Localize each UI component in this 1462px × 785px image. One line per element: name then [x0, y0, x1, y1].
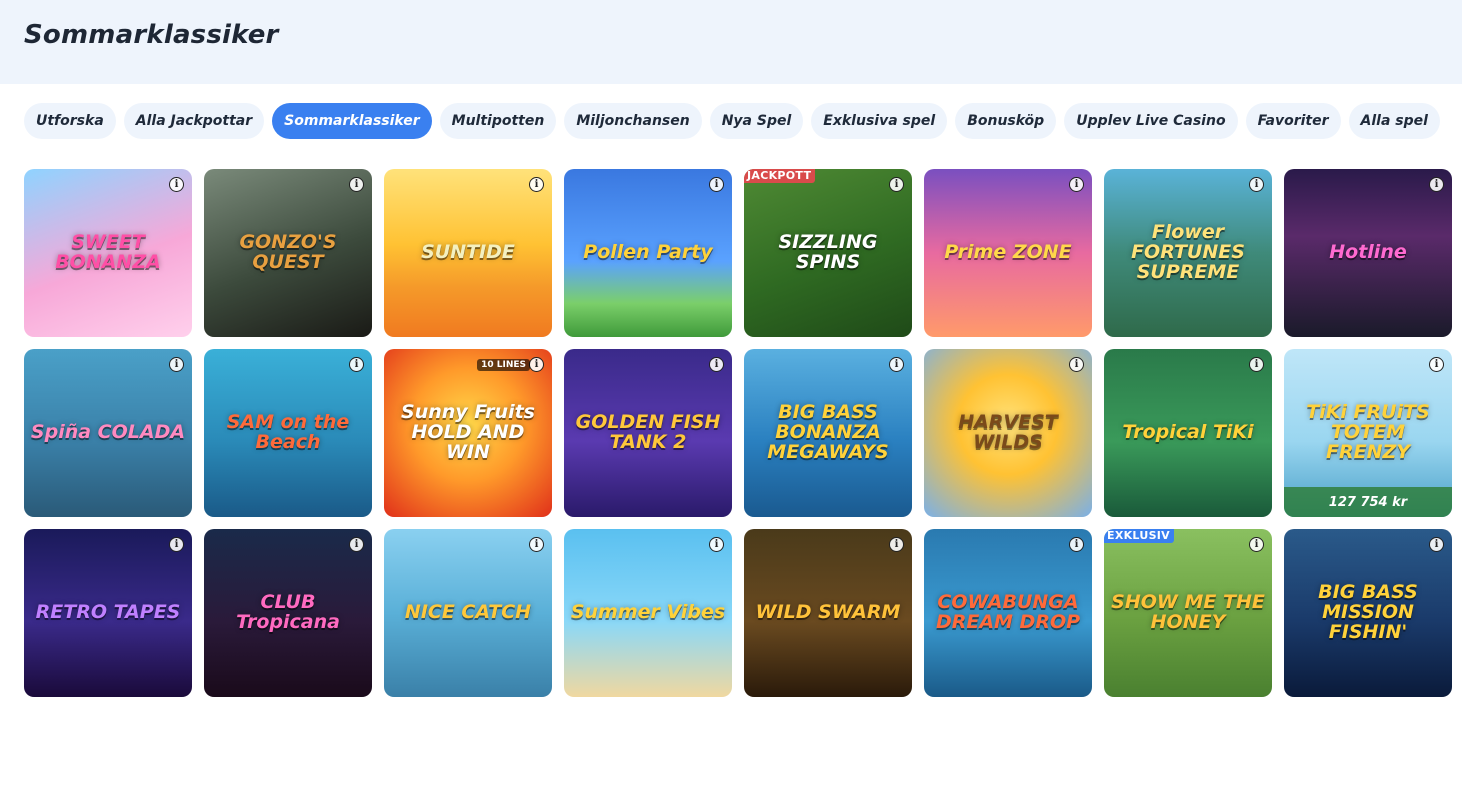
- tab-alla-spel[interactable]: Alla spel: [1348, 103, 1440, 139]
- game-logo-title: HARVEST WILDS: [958, 411, 1058, 453]
- info-icon[interactable]: i: [709, 537, 724, 552]
- game-logo-title: SAM on the Beach: [226, 411, 350, 453]
- exclusive-badge: EXKLUSIV: [1104, 529, 1174, 543]
- jackpot-badge: JACKPOTT: [744, 169, 816, 183]
- tab-favoriter[interactable]: Favoriter: [1245, 103, 1341, 139]
- game-tile[interactable]: BIG BASS BONANZA MEGAWAYS i: [744, 349, 912, 517]
- category-tabs: Utforska Alla Jackpottar Sommarklassiker Mu…: [0, 84, 1462, 139]
- info-icon[interactable]: i: [709, 357, 724, 372]
- tab-exklusiva-spel[interactable]: Exklusiva spel: [811, 103, 948, 139]
- game-tile[interactable]: WILD SWARM i: [744, 529, 912, 697]
- game-tile[interactable]: SIZZLING SPINS i JACKPOTT: [744, 169, 912, 337]
- lines-tag: 10 LINES: [477, 359, 530, 371]
- game-logo-title: Spiña COLADA: [30, 421, 186, 444]
- game-logo-title: Hotline: [1329, 241, 1407, 264]
- game-tile[interactable]: BIG BASS MISSION FISHIN' i: [1284, 529, 1452, 697]
- game-logo-title: COWABUNGA DREAM DROP: [935, 591, 1081, 633]
- game-logo-title: Summer Vibes: [570, 601, 726, 624]
- game-logo-title: GOLDEN FISH TANK 2: [575, 411, 721, 453]
- game-logo-title: BIG BASS BONANZA MEGAWAYS: [767, 401, 889, 463]
- info-icon[interactable]: i: [1249, 357, 1264, 372]
- game-tile[interactable]: Sunny Fruits HOLD AND WIN i 10 LINES: [384, 349, 552, 517]
- game-tile[interactable]: GONZO'S QUEST i: [204, 169, 372, 337]
- game-logo-title: Pollen Party: [583, 241, 713, 264]
- game-tile[interactable]: Tropical TiKi i: [1104, 349, 1272, 517]
- game-logo-title: WILD SWARM: [755, 601, 901, 624]
- game-tile[interactable]: SAM on the Beach i: [204, 349, 372, 517]
- info-icon[interactable]: i: [1249, 537, 1264, 552]
- info-icon[interactable]: i: [529, 537, 544, 552]
- game-logo-title: RETRO TAPES: [35, 601, 181, 624]
- info-icon[interactable]: i: [1249, 177, 1264, 192]
- info-icon[interactable]: i: [529, 357, 544, 372]
- game-tile[interactable]: RETRO TAPES i: [24, 529, 192, 697]
- game-tile[interactable]: COWABUNGA DREAM DROP i: [924, 529, 1092, 697]
- game-tile[interactable]: Hotline i: [1284, 169, 1452, 337]
- info-icon[interactable]: i: [709, 177, 724, 192]
- tab-utforska[interactable]: Utforska: [24, 103, 116, 139]
- info-icon[interactable]: i: [1429, 357, 1444, 372]
- tab-alla-jackpottar[interactable]: Alla Jackpottar: [123, 103, 265, 139]
- info-icon[interactable]: i: [1069, 177, 1084, 192]
- game-tile[interactable]: Pollen Party i: [564, 169, 732, 337]
- info-icon[interactable]: i: [169, 357, 184, 372]
- game-logo-title: SUNTIDE: [421, 241, 515, 264]
- tab-sommarklassiker[interactable]: Sommarklassiker: [272, 103, 432, 139]
- info-icon[interactable]: i: [889, 357, 904, 372]
- game-logo-title: TiKi FRUiTS TOTEM FRENZY: [1306, 401, 1430, 463]
- info-icon[interactable]: i: [349, 177, 364, 192]
- info-icon[interactable]: i: [349, 357, 364, 372]
- info-icon[interactable]: i: [889, 537, 904, 552]
- info-icon[interactable]: i: [1069, 357, 1084, 372]
- game-logo-title: SIZZLING SPINS: [778, 231, 878, 273]
- game-tile[interactable]: SHOW ME THE HONEY i EXKLUSIV: [1104, 529, 1272, 697]
- game-logo-title: SWEET BONANZA: [55, 231, 161, 273]
- tab-miljonchansen[interactable]: Miljonchansen: [564, 103, 702, 139]
- game-logo-title: NICE CATCH: [404, 601, 532, 624]
- page-header: Sommarklassiker: [0, 0, 1462, 84]
- game-tile[interactable]: TiKi FRUiTS TOTEM FRENZY i 127 754 kr: [1284, 349, 1452, 517]
- game-logo-title: Flower FORTUNES SUPREME: [1131, 221, 1245, 283]
- game-logo-title: Prime ZONE: [944, 241, 1072, 264]
- game-tile[interactable]: SUNTIDE i: [384, 169, 552, 337]
- game-tile[interactable]: Flower FORTUNES SUPREME i: [1104, 169, 1272, 337]
- game-tile[interactable]: NICE CATCH i: [384, 529, 552, 697]
- jackpot-amount: 127 754 kr: [1284, 487, 1452, 517]
- info-icon[interactable]: i: [529, 177, 544, 192]
- game-tile[interactable]: Spiña COLADA i: [24, 349, 192, 517]
- tab-bonusköp[interactable]: Bonusköp: [955, 103, 1057, 139]
- info-icon[interactable]: i: [1429, 537, 1444, 552]
- game-logo-title: SHOW ME THE HONEY: [1111, 591, 1265, 633]
- game-logo-title: GONZO'S QUEST: [239, 231, 337, 273]
- tab-multipotten[interactable]: Multipotten: [439, 103, 557, 139]
- game-tile[interactable]: SWEET BONANZA i: [24, 169, 192, 337]
- game-logo-title: CLUB Tropicana: [236, 591, 340, 633]
- info-icon[interactable]: i: [169, 537, 184, 552]
- info-icon[interactable]: i: [349, 537, 364, 552]
- game-tile[interactable]: CLUB Tropicana i: [204, 529, 372, 697]
- game-logo-title: Sunny Fruits HOLD AND WIN: [401, 401, 535, 463]
- info-icon[interactable]: i: [1069, 537, 1084, 552]
- page-title: Sommarklassiker: [24, 20, 279, 50]
- info-icon[interactable]: i: [889, 177, 904, 192]
- game-tile[interactable]: Summer Vibes i: [564, 529, 732, 697]
- game-tile[interactable]: GOLDEN FISH TANK 2 i: [564, 349, 732, 517]
- game-tile[interactable]: Prime ZONE i: [924, 169, 1092, 337]
- game-logo-title: BIG BASS MISSION FISHIN': [1318, 581, 1418, 643]
- info-icon[interactable]: i: [169, 177, 184, 192]
- info-icon[interactable]: i: [1429, 177, 1444, 192]
- game-grid: SWEET BONANZA i GONZO'S QUEST i SUNTIDE i Poll…: [0, 138, 1462, 697]
- game-logo-title: Tropical TiKi: [1122, 421, 1254, 444]
- tab-upplev-live-casino[interactable]: Upplev Live Casino: [1064, 103, 1238, 139]
- tab-nya-spel[interactable]: Nya Spel: [709, 103, 804, 139]
- game-tile[interactable]: HARVEST WILDS i: [924, 349, 1092, 517]
